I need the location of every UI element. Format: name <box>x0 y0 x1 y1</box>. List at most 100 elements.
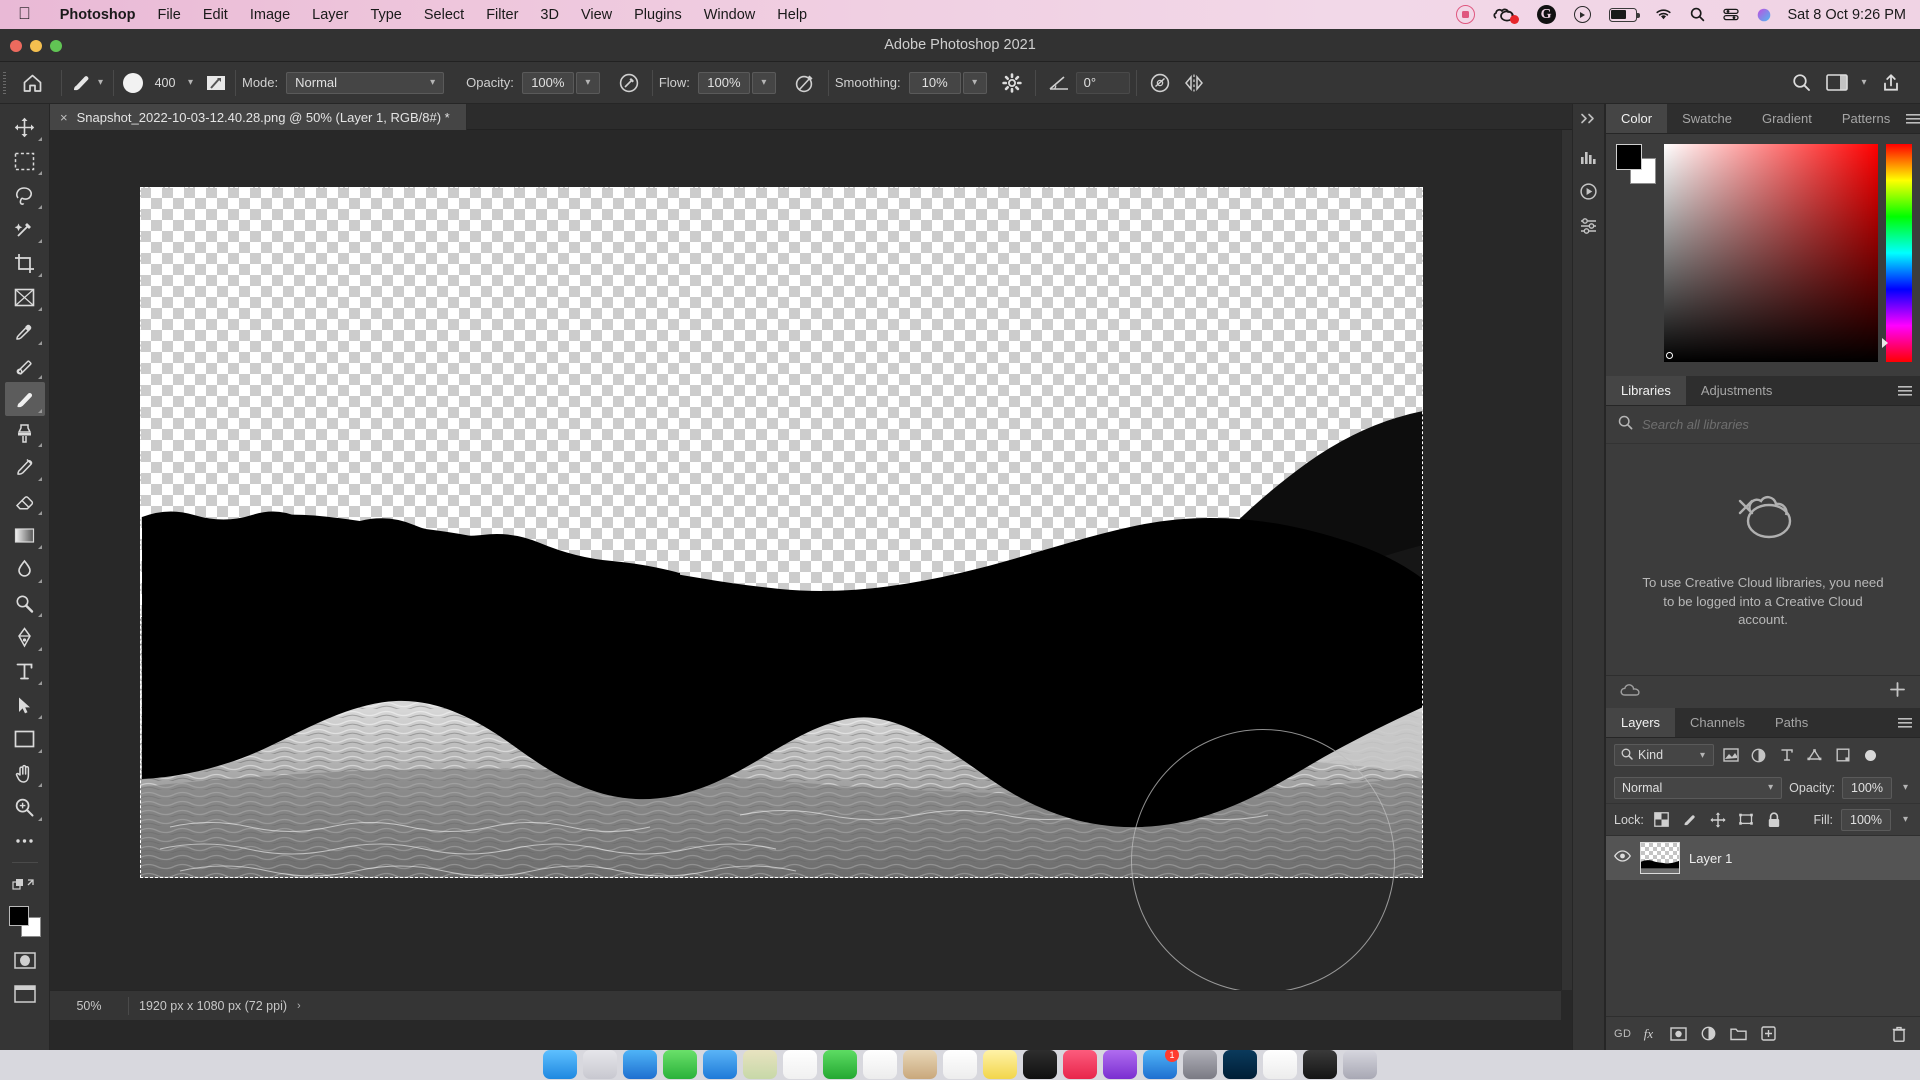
eyedropper-tool[interactable] <box>5 314 45 348</box>
add-icon[interactable] <box>1889 681 1906 703</box>
menu-item-plugins[interactable]: Plugins <box>623 0 693 29</box>
search-icon[interactable] <box>1784 68 1818 98</box>
hue-slider-handle[interactable] <box>1882 338 1888 348</box>
frame-tool[interactable] <box>5 280 45 314</box>
smoothing-input[interactable]: 10% <box>909 72 961 94</box>
clone-stamp-tool[interactable] <box>5 416 45 450</box>
new-adjustment-layer-icon[interactable] <box>1696 1021 1722 1047</box>
color-spectrum-picker[interactable] <box>1664 144 1878 362</box>
brush-tool-chevron-icon[interactable]: ▾ <box>94 77 107 88</box>
quick-mask-icon[interactable] <box>5 943 45 977</box>
menu-item-type[interactable]: Type <box>359 0 412 29</box>
dock-app-reminders[interactable] <box>943 1050 977 1079</box>
flow-input[interactable]: 100% <box>698 72 750 94</box>
screen-mode-icon[interactable] <box>5 977 45 1011</box>
dock-app-mail[interactable] <box>703 1050 737 1079</box>
zoom-level-value[interactable]: 50% <box>50 999 128 1013</box>
type-tool[interactable] <box>5 654 45 688</box>
creative-cloud-icon[interactable] <box>1484 0 1528 29</box>
dock-app-finder[interactable] <box>543 1050 577 1079</box>
close-button[interactable] <box>10 40 22 52</box>
siri-icon[interactable] <box>1748 0 1780 29</box>
home-icon[interactable] <box>9 62 55 104</box>
dock-app-podcasts[interactable] <box>1103 1050 1137 1079</box>
filter-pixel-icon[interactable] <box>1719 744 1742 766</box>
default-colors-swap-icon[interactable] <box>5 867 45 901</box>
menu-item-select[interactable]: Select <box>413 0 475 29</box>
menu-item-photoshop[interactable]: Photoshop <box>49 0 147 29</box>
tablet-pressure-size-icon[interactable] <box>1143 68 1177 98</box>
dock-app-safari[interactable] <box>623 1050 657 1079</box>
menu-item-window[interactable]: Window <box>693 0 767 29</box>
filter-smart-object-icon[interactable] <box>1831 744 1854 766</box>
dock-app-music[interactable] <box>1063 1050 1097 1079</box>
pen-tool[interactable] <box>5 620 45 654</box>
move-tool[interactable] <box>5 110 45 144</box>
blur-tool[interactable] <box>5 552 45 586</box>
cloud-sync-icon[interactable] <box>1620 683 1642 702</box>
dock-app-photos[interactable] <box>783 1050 817 1079</box>
opacity-dropdown-chevron-icon[interactable]: ▾ <box>1899 782 1912 793</box>
zoom-tool[interactable] <box>5 790 45 824</box>
blend-mode-select[interactable]: Normal ▾ <box>286 72 444 94</box>
panel-menu-icon[interactable] <box>1890 708 1920 737</box>
menu-item-file[interactable]: File <box>146 0 191 29</box>
chevron-down-icon[interactable]: ▾ <box>1856 68 1872 98</box>
opacity-input[interactable]: 100% <box>522 72 574 94</box>
filter-shape-icon[interactable] <box>1803 744 1826 766</box>
eraser-tool[interactable] <box>5 484 45 518</box>
dock-app-tv[interactable] <box>1023 1050 1057 1079</box>
tab-channels[interactable]: Channels <box>1675 708 1760 737</box>
menu-item-filter[interactable]: Filter <box>475 0 529 29</box>
document-window[interactable]: 50% 1920 px x 1080 px (72 ppi) › <box>50 130 1583 1020</box>
adjustments-sliders-icon[interactable] <box>1575 211 1603 239</box>
layer-name[interactable]: Layer 1 <box>1689 851 1732 866</box>
libraries-search-input[interactable]: Search all libraries <box>1642 417 1749 432</box>
menu-item-image[interactable]: Image <box>239 0 301 29</box>
tab-swatches[interactable]: Swatche <box>1667 104 1747 133</box>
close-icon[interactable]: × <box>60 111 68 124</box>
artboard[interactable] <box>140 187 1423 878</box>
gear-icon[interactable] <box>995 68 1029 98</box>
brush-angle-icon[interactable] <box>1042 68 1076 98</box>
share-icon[interactable] <box>1874 68 1908 98</box>
menu-item-view[interactable]: View <box>570 0 623 29</box>
hand-tool[interactable] <box>5 756 45 790</box>
layer-fill-input[interactable]: 100% <box>1841 809 1891 831</box>
lock-transparent-pixels-icon[interactable] <box>1652 810 1672 830</box>
link-layers-icon[interactable]: GD <box>1614 1028 1632 1040</box>
foreground-color-swatch[interactable] <box>1616 144 1642 170</box>
table-row[interactable]: Layer 1 <box>1606 836 1920 880</box>
menu-item-layer[interactable]: Layer <box>301 0 359 29</box>
menu-item-3d[interactable]: 3D <box>529 0 570 29</box>
dock-app-system-settings[interactable] <box>1183 1050 1217 1079</box>
object-selection-tool[interactable] <box>5 212 45 246</box>
dock-app-photoshop[interactable] <box>1223 1050 1257 1079</box>
layer-thumbnail[interactable] <box>1640 842 1680 874</box>
layer-filter-kind-select[interactable]: Kind ▾ <box>1614 744 1714 766</box>
eye-icon[interactable] <box>1614 849 1631 867</box>
new-layer-icon[interactable] <box>1756 1021 1782 1047</box>
foreground-background-colors[interactable] <box>8 905 42 937</box>
workspace-icon[interactable] <box>1820 68 1854 98</box>
dodge-tool[interactable] <box>5 586 45 620</box>
brush-preset-picker-icon[interactable] <box>203 70 229 96</box>
tab-gradient[interactable]: Gradient <box>1747 104 1827 133</box>
lock-position-icon[interactable] <box>1708 810 1728 830</box>
tab-libraries[interactable]: Libraries <box>1606 376 1686 405</box>
lock-all-icon[interactable] <box>1764 810 1784 830</box>
panel-menu-icon[interactable] <box>1890 376 1920 405</box>
play-icon[interactable] <box>1565 0 1600 29</box>
tab-patterns[interactable]: Patterns <box>1827 104 1905 133</box>
layer-list[interactable]: Layer 1 <box>1606 836 1920 1016</box>
crop-tool[interactable] <box>5 246 45 280</box>
brush-angle-input[interactable]: 0° <box>1076 72 1130 94</box>
edit-toolbar-button[interactable] <box>5 824 45 858</box>
spot-healing-brush-tool[interactable] <box>5 348 45 382</box>
lasso-tool[interactable] <box>5 178 45 212</box>
menu-item-edit[interactable]: Edit <box>192 0 239 29</box>
histogram-icon[interactable] <box>1575 143 1603 171</box>
fill-dropdown-chevron-icon[interactable]: ▾ <box>1899 814 1912 825</box>
path-selection-tool[interactable] <box>5 688 45 722</box>
brush-preset-chevron-icon[interactable]: ▾ <box>184 77 197 88</box>
